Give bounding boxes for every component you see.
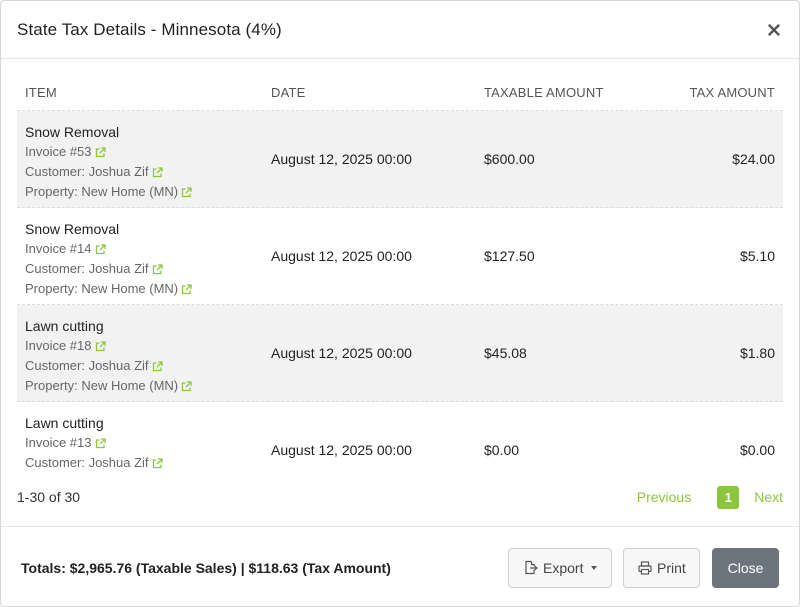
previous-page-link[interactable]: Previous	[637, 489, 691, 505]
pagination: Previous 1 Next	[637, 485, 783, 509]
table-row: Snow Removal Invoice #53 Customer: Joshua …	[17, 111, 783, 208]
close-icon[interactable]	[763, 18, 785, 42]
customer-link-label: Customer: Joshua Zif	[25, 261, 149, 276]
taxable-amount-cell: $600.00	[484, 151, 535, 167]
customer-link-label: Customer: Joshua Zif	[25, 164, 149, 179]
item-name: Snow Removal	[25, 221, 120, 237]
date-cell: August 12, 2025 00:00	[271, 345, 412, 361]
modal-header: State Tax Details - Minnesota (4%)	[1, 1, 799, 59]
taxable-amount-cell: $0.00	[484, 442, 520, 458]
external-link-icon	[152, 457, 163, 469]
customer-link[interactable]: Customer: Joshua Zif	[25, 356, 263, 376]
date-cell: August 12, 2025 00:00	[271, 248, 412, 264]
external-link-icon	[95, 243, 106, 255]
next-page-link[interactable]: Next	[754, 489, 783, 505]
export-icon	[523, 560, 538, 575]
invoice-link-label: Invoice #13	[25, 435, 92, 450]
modal-title: State Tax Details - Minnesota (4%)	[17, 19, 282, 39]
export-label: Export	[543, 559, 584, 576]
tax-amount-cell: $24.00	[732, 151, 775, 167]
modal-footer: Totals: $2,965.76 (Taxable Sales) | $118…	[1, 526, 799, 606]
property-link-label: Property: New Home (MN)	[25, 184, 179, 199]
external-link-icon	[95, 146, 106, 158]
external-link-icon	[181, 380, 192, 392]
external-link-icon	[181, 186, 192, 198]
header-taxable-amount: TAXABLE AMOUNT	[484, 85, 604, 100]
table-row: Lawn cutting Invoice #13 Customer: Joshua …	[17, 402, 783, 469]
print-label: Print	[657, 559, 686, 576]
table-body: Snow Removal Invoice #53 Customer: Joshua …	[17, 111, 783, 469]
current-page-number[interactable]: 1	[717, 485, 740, 509]
property-link[interactable]: Property: New Home (MN)	[25, 279, 263, 299]
external-link-icon	[152, 263, 163, 275]
invoice-link-label: Invoice #18	[25, 338, 92, 353]
item-name: Snow Removal	[25, 124, 120, 140]
customer-link[interactable]: Customer: Joshua Zif	[25, 259, 263, 279]
table-row: Snow Removal Invoice #14 Customer: Joshua …	[17, 208, 783, 305]
header-item: ITEM	[25, 85, 57, 100]
item-name: Lawn cutting	[25, 415, 104, 431]
record-count: 1-30 of 30	[17, 489, 81, 505]
tax-amount-cell: $0.00	[739, 442, 775, 458]
modal-body: ITEM DATE TAXABLE AMOUNT TAX AMOUNT Snow…	[17, 59, 783, 469]
printer-icon	[638, 560, 652, 575]
external-link-icon	[181, 283, 192, 295]
header-tax-amount: TAX AMOUNT	[689, 85, 775, 100]
invoice-link[interactable]: Invoice #13	[25, 433, 263, 453]
footer-buttons: Export Print Close	[508, 547, 779, 588]
tax-amount-cell: $1.80	[739, 345, 775, 361]
invoice-link-label: Invoice #53	[25, 144, 92, 159]
totals-summary: Totals: $2,965.76 (Taxable Sales) | $118…	[21, 559, 391, 576]
taxable-amount-cell: $45.08	[484, 345, 527, 361]
property-link[interactable]: Property: New Home (MN)	[25, 376, 263, 396]
tax-amount-cell: $5.10	[739, 248, 775, 264]
property-link-label: Property: New Home (MN)	[25, 378, 179, 393]
taxable-amount-cell: $127.50	[484, 248, 535, 264]
item-cell: Lawn cutting Invoice #18 Customer: Joshua …	[17, 305, 263, 396]
pagination-bar: 1-30 of 30 Previous 1 Next	[17, 484, 783, 510]
invoice-link[interactable]: Invoice #53	[25, 142, 263, 162]
external-link-icon	[95, 437, 106, 449]
header-date: DATE	[271, 85, 306, 100]
customer-link[interactable]: Customer: Joshua Zif	[25, 162, 263, 182]
property-link[interactable]: Property: New Home (MN)	[25, 182, 263, 202]
export-button[interactable]: Export	[508, 547, 612, 588]
item-name: Lawn cutting	[25, 318, 104, 334]
print-button[interactable]: Print	[623, 547, 700, 588]
customer-link-label: Customer: Joshua Zif	[25, 358, 149, 373]
customer-link[interactable]: Customer: Joshua Zif	[25, 453, 263, 469]
external-link-icon	[95, 340, 106, 352]
invoice-link-label: Invoice #14	[25, 241, 92, 256]
state-tax-details-modal: State Tax Details - Minnesota (4%) ITEM …	[0, 0, 800, 607]
date-cell: August 12, 2025 00:00	[271, 151, 412, 167]
item-cell: Snow Removal Invoice #53 Customer: Joshua …	[17, 111, 263, 202]
item-cell: Snow Removal Invoice #14 Customer: Joshua …	[17, 208, 263, 299]
external-link-icon	[152, 360, 163, 372]
chevron-down-icon	[591, 565, 598, 570]
table-row: Lawn cutting Invoice #18 Customer: Joshua …	[17, 305, 783, 402]
property-link-label: Property: New Home (MN)	[25, 281, 179, 296]
invoice-link[interactable]: Invoice #14	[25, 239, 263, 259]
external-link-icon	[152, 166, 163, 178]
table-header: ITEM DATE TAXABLE AMOUNT TAX AMOUNT	[17, 59, 783, 111]
item-cell: Lawn cutting Invoice #13 Customer: Joshua …	[17, 402, 263, 469]
invoice-link[interactable]: Invoice #18	[25, 336, 263, 356]
date-cell: August 12, 2025 00:00	[271, 442, 412, 458]
close-button[interactable]: Close	[712, 547, 779, 588]
customer-link-label: Customer: Joshua Zif	[25, 455, 149, 469]
